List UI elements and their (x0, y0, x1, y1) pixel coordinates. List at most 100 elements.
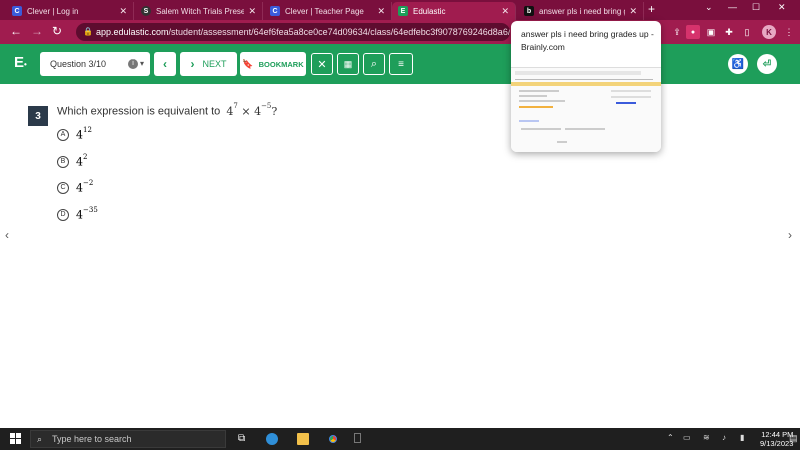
option-expression: 412 (76, 126, 92, 142)
battery-icon[interactable]: ▮ (740, 433, 744, 442)
tab-hover-card: answer pls i need bring grades up - Brai… (511, 21, 661, 152)
option-radio[interactable]: D (57, 208, 69, 221)
math-exponent: −5 (261, 102, 272, 110)
hover-card-domain: Brainly.com (521, 42, 565, 52)
windows-start-icon[interactable] (10, 433, 21, 444)
tab-title: Edulastic (413, 6, 446, 16)
close-icon[interactable]: ✕ (629, 6, 637, 17)
math-exponent: 12 (83, 126, 92, 134)
close-window-icon[interactable]: ✕ (778, 2, 786, 13)
browser-tab[interactable]: C Clever | Teacher Page ✕ (264, 2, 392, 20)
task-view-icon[interactable]: ⧉ (238, 433, 250, 445)
browser-address-bar: ← → ↻ 🔒 app.edulastic.com/student/assessm… (0, 20, 800, 44)
close-icon[interactable]: ✕ (377, 6, 385, 17)
clever-icon: C (270, 6, 280, 16)
close-icon[interactable]: ✕ (501, 6, 509, 17)
math-base: 4 (76, 181, 83, 195)
math-end: ? (271, 104, 278, 118)
url-path: /student/assessment/64ef6fea5a8ce0ce74d0… (168, 27, 510, 37)
profile-avatar[interactable]: K (762, 25, 776, 39)
tools-menu-icon[interactable]: ≡ (389, 53, 413, 75)
close-icon[interactable]: ✕ (119, 6, 127, 17)
chrome-icon[interactable] (327, 433, 339, 445)
browser-tab[interactable]: b answer pls i need bring grade ✕ (518, 2, 644, 20)
menu-dots-icon[interactable]: ⋮ (782, 25, 796, 39)
option-expression: 4−2 (76, 179, 94, 195)
taskbar-search-field[interactable]: ⌕ Type here to search (30, 430, 226, 448)
forward-icon[interactable]: → (31, 24, 43, 38)
chevron-right-icon[interactable]: › (788, 228, 792, 242)
question-label: Question 3/10 (50, 59, 107, 69)
search-icon: ⌕ (37, 434, 43, 444)
browser-tab[interactable]: S Salem Witch Trials Presentati ✕ (135, 2, 263, 20)
extension-icon[interactable]: ▣ (704, 25, 718, 39)
question-selector[interactable]: Question 3/10 i ▾ (40, 52, 150, 76)
option-radio[interactable]: B (57, 155, 69, 168)
chevron-left-icon: ‹ (163, 57, 167, 71)
tab-title: Clever | Log in (27, 6, 79, 16)
volume-icon[interactable]: ♪ (722, 433, 726, 442)
url-field[interactable]: 🔒 app.edulastic.com/student/assessment/64… (76, 23, 510, 41)
next-label: NEXT (202, 59, 227, 69)
windows-taskbar: ⌕ Type here to search ⧉ ⌃ ▭ ≋ ♪ ▮ 12:44 … (0, 428, 800, 450)
minimize-icon[interactable]: — (728, 2, 737, 12)
search-placeholder: Type here to search (52, 434, 132, 444)
extension-icon[interactable]: ● (686, 25, 700, 39)
exit-icon[interactable]: ⏎ (757, 54, 777, 74)
tab-title: Clever | Teacher Page (285, 6, 364, 16)
wifi-icon[interactable]: ≋ (703, 433, 710, 442)
tab-search-icon[interactable]: ⌄ (705, 2, 713, 13)
answer-option-c[interactable]: C 4−2 (57, 179, 94, 195)
stem-expression: 47 × 4−5? (226, 102, 278, 118)
chevron-left-icon[interactable]: ‹ (5, 228, 9, 242)
page-preview-thumbnail (511, 67, 661, 152)
answer-option-b[interactable]: B 42 (57, 153, 87, 169)
math-base: 4 (76, 155, 83, 169)
lock-icon: 🔒 (83, 27, 93, 36)
math-base: 4 (76, 128, 83, 142)
pinned-app-icon[interactable] (354, 433, 361, 443)
share-icon[interactable]: ⇪ (670, 25, 684, 39)
answer-eliminator-icon[interactable]: ✕ (311, 53, 333, 75)
edulastic-logo: E• (14, 54, 27, 71)
math-operator: × (241, 104, 251, 118)
option-radio[interactable]: A (57, 128, 69, 141)
reload-icon[interactable]: ↻ (52, 24, 62, 38)
info-icon: i (128, 59, 138, 69)
bookmark-label: BOOKMARK (258, 59, 304, 69)
notifications-icon[interactable]: ▤ (789, 433, 798, 444)
calculator-icon[interactable]: ▦ (337, 53, 359, 75)
edge-icon[interactable] (266, 433, 278, 445)
accessibility-icon[interactable]: ♿ (728, 54, 748, 74)
option-expression: 4−35 (76, 206, 98, 222)
previous-button[interactable]: ‹ (154, 52, 176, 76)
network-icon[interactable]: ▭ (683, 433, 691, 442)
back-icon[interactable]: ← (10, 24, 22, 38)
file-explorer-icon[interactable] (297, 433, 309, 445)
tab-title: Salem Witch Trials Presentati (156, 6, 245, 16)
math-base: 4 (254, 104, 262, 118)
browser-tab[interactable]: C Clever | Log in ✕ (6, 2, 134, 20)
new-tab-icon[interactable]: + (648, 2, 655, 16)
option-radio[interactable]: C (57, 181, 69, 194)
url-host: app.edulastic.com (96, 27, 169, 37)
tab-title: answer pls i need bring grade (539, 6, 625, 16)
close-icon[interactable]: ✕ (248, 6, 256, 17)
math-base: 4 (76, 208, 83, 222)
browser-tab-active[interactable]: E Edulastic ✕ (392, 2, 516, 20)
bookmark-button[interactable]: 🔖 BOOKMARK (240, 52, 306, 76)
chevron-right-icon: › (190, 57, 195, 71)
sidepanel-icon[interactable]: ▯ (740, 25, 754, 39)
bookmark-icon: 🔖 (242, 58, 254, 69)
slides-icon: S (141, 6, 151, 16)
edulastic-icon: E (398, 6, 408, 16)
tray-chevron-icon[interactable]: ⌃ (667, 433, 674, 442)
next-button[interactable]: › NEXT (180, 52, 237, 76)
puzzle-icon[interactable]: ✚ (722, 25, 736, 39)
math-exponent: −2 (83, 179, 94, 187)
maximize-icon[interactable]: ☐ (752, 2, 760, 13)
answer-option-d[interactable]: D 4−35 (57, 206, 98, 222)
answer-option-a[interactable]: A 412 (57, 126, 92, 142)
zoom-icon[interactable]: ⌕ (363, 53, 385, 75)
brainly-icon: b (524, 6, 534, 16)
